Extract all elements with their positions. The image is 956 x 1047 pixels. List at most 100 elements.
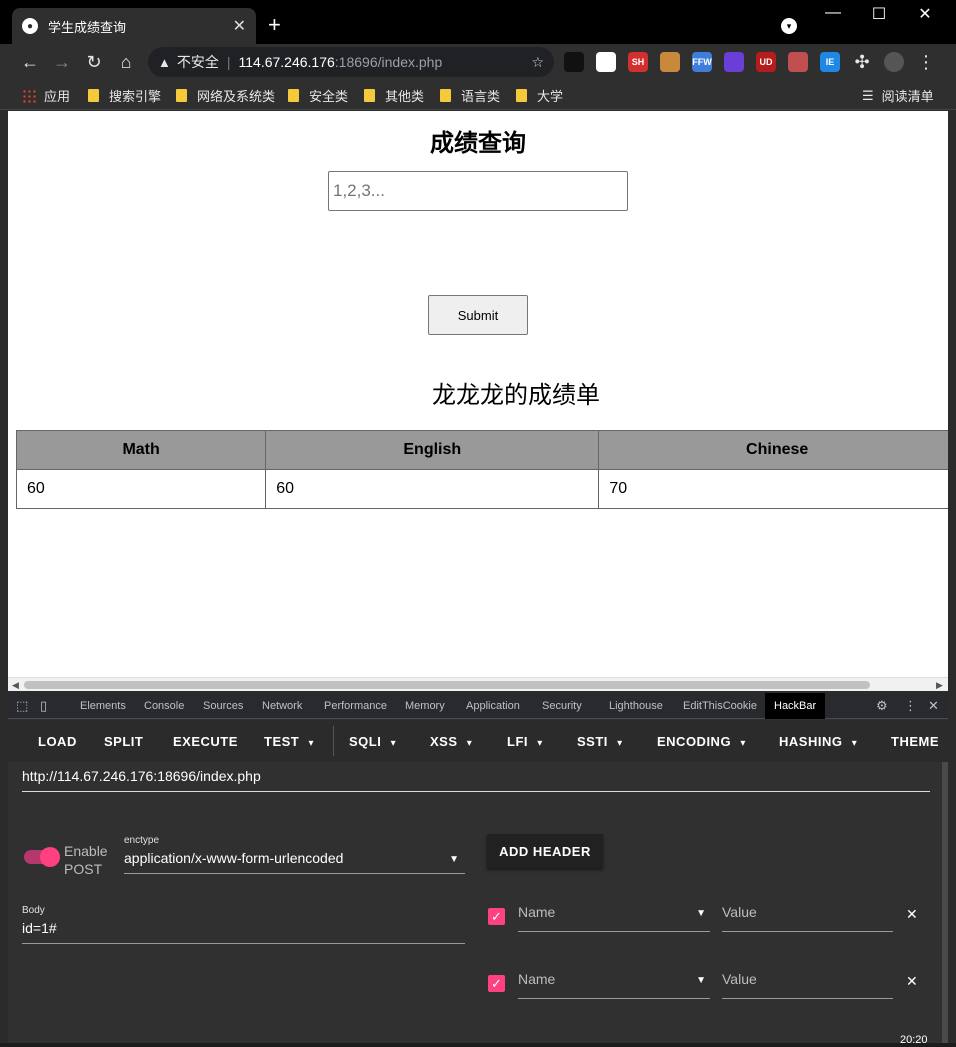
inspect-element-icon[interactable]: ⬚ bbox=[16, 698, 28, 714]
extensions-puzzle-icon[interactable]: ✣ bbox=[850, 50, 874, 74]
reload-icon[interactable]: ↻ bbox=[82, 50, 106, 74]
menu-label: LOAD bbox=[38, 734, 77, 749]
header-name-select[interactable]: Name ▼ bbox=[518, 904, 710, 932]
hackbar-menu-theme[interactable]: THEME bbox=[891, 734, 939, 749]
folder-icon bbox=[88, 89, 99, 102]
post-body-field[interactable]: id=1# bbox=[22, 920, 465, 944]
enable-post-toggle[interactable] bbox=[24, 847, 60, 867]
header-name-placeholder: Name bbox=[518, 971, 556, 987]
hackbar-menu-hashing[interactable]: HASHING ▾ bbox=[779, 734, 857, 749]
chevron-down-icon: ▾ bbox=[737, 738, 746, 749]
scroll-left-icon[interactable]: ◀ bbox=[12, 678, 19, 691]
folder-icon bbox=[440, 89, 451, 102]
devtools-tab-performance[interactable]: Performance bbox=[324, 700, 387, 712]
submit-button[interactable]: Submit bbox=[428, 295, 528, 335]
minimize-button[interactable]: — bbox=[810, 4, 856, 22]
bookmark-star-icon[interactable]: ☆ bbox=[531, 54, 544, 71]
header-enabled-checkbox[interactable]: ✓ bbox=[488, 975, 505, 992]
address-divider: | bbox=[226, 54, 231, 70]
ext-ud-icon[interactable]: UD bbox=[756, 52, 776, 72]
remove-header-icon[interactable]: ✕ bbox=[906, 973, 918, 990]
hackbar-menu-xss[interactable]: XSS ▾ bbox=[430, 734, 472, 749]
enctype-select[interactable]: application/x-www-form-urlencoded ▼ bbox=[124, 850, 465, 874]
menu-label: EXECUTE bbox=[173, 734, 238, 749]
table-row: 60 60 70 bbox=[15, 469, 948, 509]
devtools-tab-elements[interactable]: Elements bbox=[80, 700, 126, 712]
bookmark-item[interactable]: 大学 bbox=[516, 86, 563, 105]
ext-ie-icon[interactable]: IE bbox=[820, 52, 840, 72]
ext-bird-icon[interactable] bbox=[596, 52, 616, 72]
back-icon[interactable]: ← bbox=[18, 50, 42, 74]
devtools-tab-editthiscookie[interactable]: EditThisCookie bbox=[683, 700, 757, 712]
scroll-right-icon[interactable]: ▶ bbox=[936, 678, 943, 691]
reading-list-icon: ☰ bbox=[862, 87, 874, 103]
hackbar-menu-ssti[interactable]: SSTI ▾ bbox=[577, 734, 623, 749]
reading-list-button[interactable]: ☰ 阅读清单 bbox=[862, 86, 934, 105]
hackbar-menu-encoding[interactable]: ENCODING ▾ bbox=[657, 734, 746, 749]
hackbar-menu-divider bbox=[333, 726, 334, 756]
devtools-tab-network[interactable]: Network bbox=[262, 700, 302, 712]
url-field[interactable]: http://114.67.246.176:18696/index.php bbox=[22, 768, 930, 792]
bookmark-item[interactable]: 其他类 bbox=[364, 86, 424, 105]
tab-search-icon[interactable]: ▾ bbox=[781, 18, 797, 34]
devtools-tab-application[interactable]: Application bbox=[466, 700, 520, 712]
new-tab-button[interactable]: + bbox=[268, 12, 281, 38]
table-header-row: Math English Chinese bbox=[15, 430, 948, 470]
device-toolbar-icon[interactable]: ▯ bbox=[40, 698, 47, 714]
header-value-input[interactable]: Value bbox=[722, 971, 893, 999]
forward-icon[interactable]: → bbox=[50, 50, 74, 74]
address-bar[interactable]: ▲ 不安全 | 114.67.246.176 :18696/index.php … bbox=[148, 47, 554, 77]
close-devtools-icon[interactable]: ✕ bbox=[928, 698, 939, 714]
hackbar-menu-split[interactable]: SPLIT bbox=[104, 734, 143, 749]
folder-icon bbox=[176, 89, 187, 102]
devtools-menu-icon[interactable]: ⋮ bbox=[904, 698, 917, 714]
vertical-scrollbar[interactable] bbox=[942, 762, 948, 1043]
hackbar-menu-load[interactable]: LOAD bbox=[38, 734, 77, 749]
enctype-label: enctype bbox=[124, 835, 160, 846]
header-value-input[interactable]: Value bbox=[722, 904, 893, 932]
chevron-down-icon: ▾ bbox=[848, 738, 858, 749]
chevron-down-icon: ▾ bbox=[305, 738, 315, 749]
maximize-button[interactable]: ☐ bbox=[856, 4, 902, 24]
settings-gear-icon[interactable]: ⚙ bbox=[876, 698, 888, 714]
bookmark-item[interactable]: 搜索引擎 bbox=[88, 86, 161, 105]
hackbar-menu-lfi[interactable]: LFI ▾ bbox=[507, 734, 543, 749]
bookmark-item[interactable]: 网络及系统类 bbox=[176, 86, 275, 105]
devtools-tab-console[interactable]: Console bbox=[144, 700, 184, 712]
header-name-select[interactable]: Name ▼ bbox=[518, 971, 710, 999]
hackbar-menu-execute[interactable]: EXECUTE bbox=[173, 734, 238, 749]
kebab-menu-icon[interactable]: ⋮ bbox=[914, 50, 938, 74]
avatar[interactable] bbox=[884, 52, 904, 72]
home-icon[interactable]: ⌂ bbox=[114, 50, 138, 74]
ext-sh-icon[interactable]: SH bbox=[628, 52, 648, 72]
devtools-tab-bar: ⬚ ▯ Elements Console Sources Network Perform… bbox=[8, 693, 948, 719]
ext-dark-icon[interactable] bbox=[564, 52, 584, 72]
ext-red-icon[interactable] bbox=[788, 52, 808, 72]
close-window-button[interactable]: ✕ bbox=[902, 4, 948, 24]
devtools-tab-sources[interactable]: Sources bbox=[203, 700, 243, 712]
scrollbar-thumb[interactable] bbox=[24, 681, 870, 689]
header-enabled-checkbox[interactable]: ✓ bbox=[488, 908, 505, 925]
devtools-tab-lighthouse[interactable]: Lighthouse bbox=[609, 700, 663, 712]
remove-header-icon[interactable]: ✕ bbox=[906, 906, 918, 923]
bookmark-item[interactable]: 语言类 bbox=[440, 86, 500, 105]
browser-tab[interactable]: ● 学生成绩查询 ✕ bbox=[12, 8, 256, 44]
bookmark-item[interactable]: 应用 bbox=[22, 86, 70, 105]
hackbar-menu-sqli[interactable]: SQLI ▾ bbox=[349, 734, 396, 749]
ext-cookie-icon[interactable] bbox=[660, 52, 680, 72]
header-name-placeholder: Name bbox=[518, 904, 556, 920]
devtools-tab-memory[interactable]: Memory bbox=[405, 700, 445, 712]
id-query-input[interactable] bbox=[328, 171, 628, 211]
close-tab-icon[interactable]: ✕ bbox=[233, 16, 246, 36]
bookmark-item[interactable]: 安全类 bbox=[288, 86, 348, 105]
ext-ffw-icon[interactable]: FFW bbox=[692, 52, 712, 72]
menu-label: HASHING bbox=[779, 734, 843, 749]
ext-cube-icon[interactable] bbox=[724, 52, 744, 72]
horizontal-scrollbar[interactable]: ◀ ▶ bbox=[8, 677, 948, 691]
devtools-tab-security[interactable]: Security bbox=[542, 700, 582, 712]
devtools-panel: ⬚ ▯ Elements Console Sources Network Perform… bbox=[8, 693, 948, 1043]
add-header-button[interactable]: ADD HEADER bbox=[487, 834, 603, 868]
hackbar-menu-test[interactable]: TEST ▾ bbox=[264, 734, 314, 749]
devtools-tab-hackbar[interactable]: HackBar bbox=[765, 693, 826, 719]
chevron-down-icon: ▾ bbox=[534, 738, 543, 749]
